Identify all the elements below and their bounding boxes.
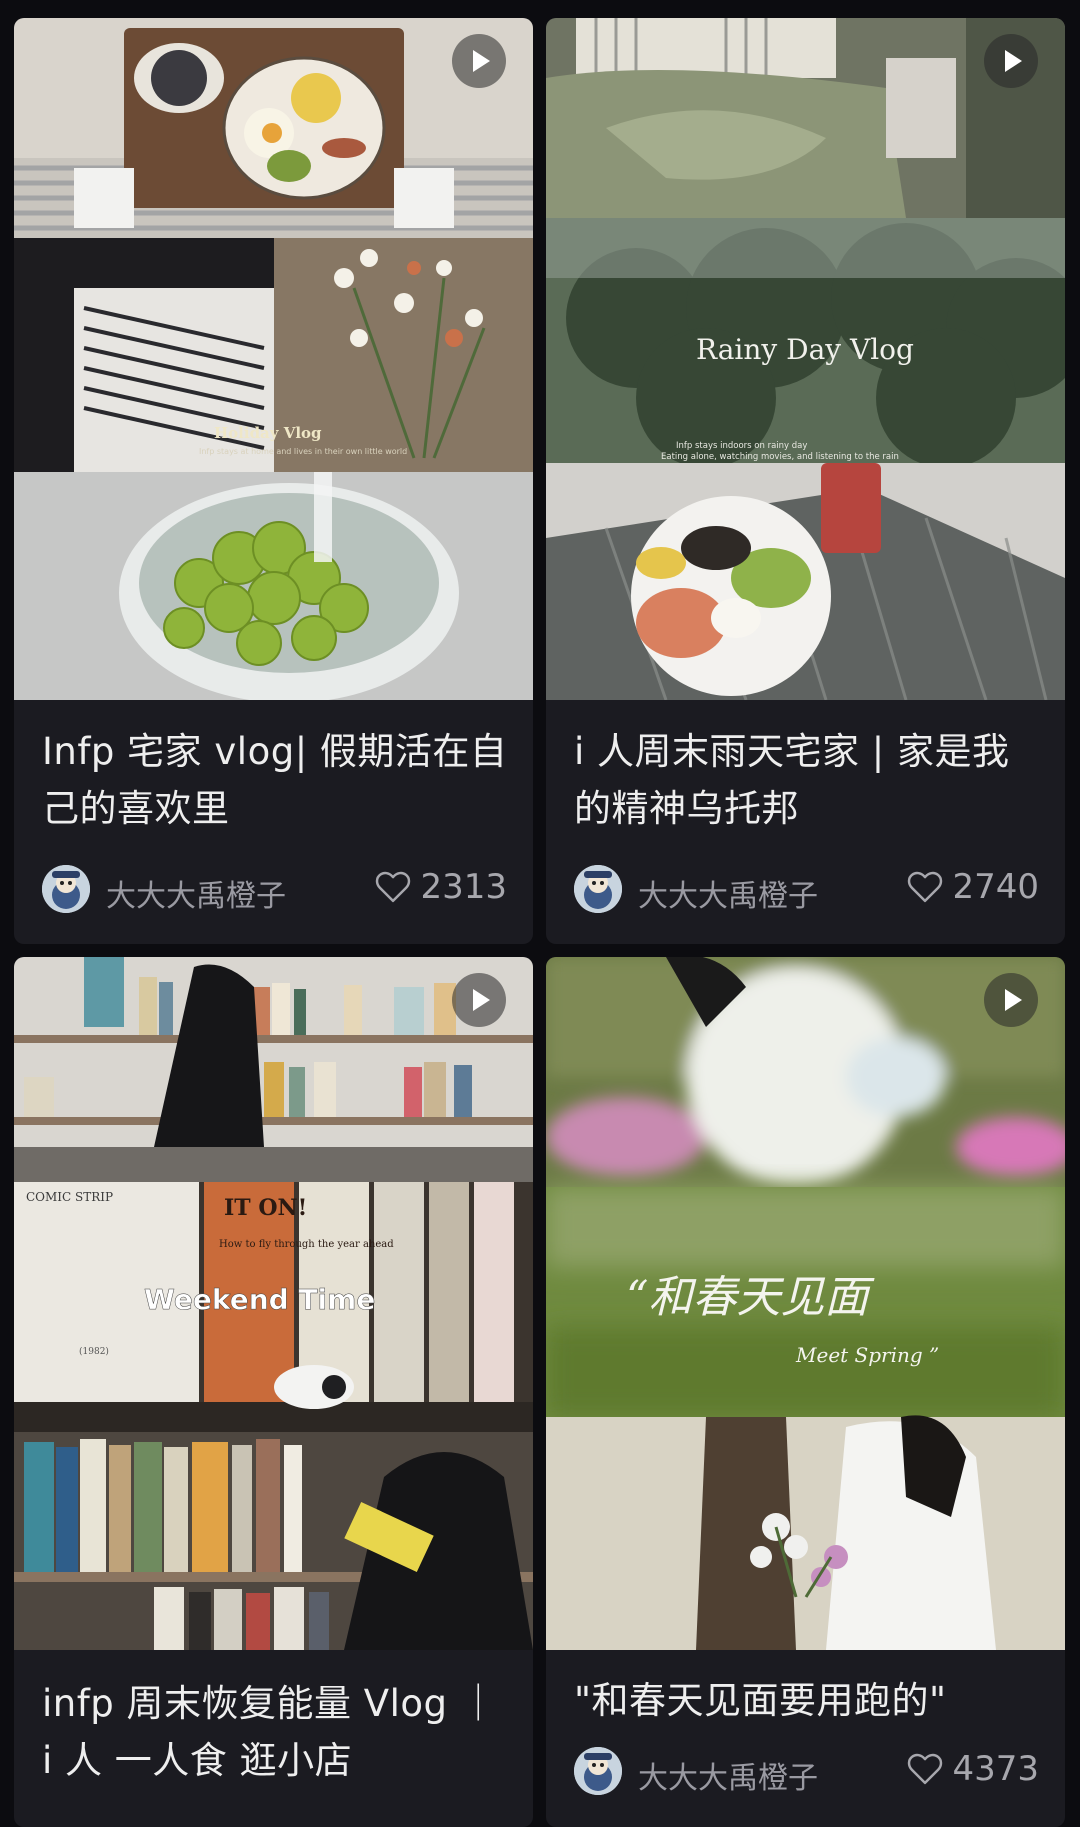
video-title[interactable]: Infp 宅家 vlog| 假期活在自己的喜欢里: [42, 723, 509, 837]
thumbnail-collage-2: Rainy Day Vlog Infp stays indoors on rai…: [546, 18, 1065, 700]
author-name[interactable]: 大大大禹橙子: [106, 871, 286, 915]
video-meta: 大大大禹橙子 4373: [574, 1747, 1039, 1799]
svg-text:Rainy Day Vlog: Rainy Day Vlog: [696, 333, 914, 366]
video-thumbnail-4[interactable]: “和春天见面 Meet Spring ”: [546, 957, 1065, 1650]
svg-text:Infp stays at home and lives i: Infp stays at home and lives in their ow…: [199, 447, 407, 456]
heart-icon: [376, 871, 411, 903]
like-button[interactable]: 2740: [906, 867, 1039, 907]
avatar[interactable]: [574, 865, 622, 913]
svg-text:Eating alone, watching movies,: Eating alone, watching movies, and liste…: [661, 452, 899, 462]
avatar-icon: [42, 865, 90, 913]
like-count: 2313: [420, 867, 507, 907]
book-year-text: (1982): [79, 1346, 109, 1357]
like-button[interactable]: 4373: [906, 1749, 1039, 1789]
play-icon[interactable]: [452, 973, 506, 1027]
video-title[interactable]: infp 周末恢复能量 Vlog ｜ i 人 一人食 逛小店: [42, 1675, 509, 1789]
video-thumbnail-2[interactable]: Rainy Day Vlog Infp stays indoors on rai…: [546, 18, 1065, 700]
svg-text:Infp stays indoors on rainy da: Infp stays indoors on rainy day: [676, 441, 807, 451]
video-meta: 大大大禹橙子 2313: [42, 865, 507, 917]
avatar[interactable]: [574, 1747, 622, 1795]
video-title[interactable]: "和春天见面要用跑的": [574, 1672, 1041, 1729]
play-icon[interactable]: [984, 34, 1038, 88]
video-card-3[interactable]: COMIC STRIP IT ON! How to fly through th…: [14, 957, 533, 1827]
thumbnail-collage-4: “和春天见面 Meet Spring ”: [546, 957, 1065, 1650]
overlay-handwriting: “和春天见面: [626, 1272, 875, 1323]
video-meta: 大大大禹橙子 2740: [574, 865, 1039, 917]
like-button[interactable]: 2313: [374, 867, 507, 907]
avatar-icon: [574, 865, 622, 913]
video-feed-grid: Holiday Vlog Infp stays at home and live…: [0, 0, 1080, 1827]
video-title[interactable]: i 人周末雨天宅家 | 家是我的精神乌托邦: [574, 723, 1041, 837]
book-spine-text: COMIC STRIP: [26, 1190, 113, 1204]
play-icon[interactable]: [984, 973, 1038, 1027]
author-name[interactable]: 大大大禹橙子: [638, 1753, 818, 1797]
svg-text:Holiday Vlog: Holiday Vlog: [214, 424, 322, 442]
video-card-4[interactable]: “和春天见面 Meet Spring ” "和春天见面要用跑的" 大大大禹橙子 …: [546, 957, 1065, 1827]
thumbnail-collage-3: COMIC STRIP IT ON! How to fly through th…: [14, 957, 533, 1650]
overlay-title: Weekend Time: [144, 1283, 375, 1316]
book-title-text: IT ON!: [224, 1195, 307, 1221]
thumbnail-collage-1: Holiday Vlog Infp stays at home and live…: [14, 18, 533, 700]
avatar[interactable]: [42, 865, 90, 913]
video-thumbnail-3[interactable]: COMIC STRIP IT ON! How to fly through th…: [14, 957, 533, 1650]
video-card-1[interactable]: Holiday Vlog Infp stays at home and live…: [14, 18, 533, 944]
video-card-2[interactable]: Rainy Day Vlog Infp stays indoors on rai…: [546, 18, 1065, 944]
heart-icon: [908, 871, 943, 903]
like-count: 2740: [952, 867, 1039, 907]
video-thumbnail-1[interactable]: Holiday Vlog Infp stays at home and live…: [14, 18, 533, 700]
play-icon[interactable]: [452, 34, 506, 88]
author-name[interactable]: 大大大禹橙子: [638, 871, 818, 915]
like-count: 4373: [952, 1749, 1039, 1789]
overlay-subtitle: Meet Spring ”: [795, 1343, 939, 1367]
heart-icon: [908, 1753, 943, 1785]
avatar-icon: [574, 1747, 622, 1795]
book-subtitle-text: How to fly through the year ahead: [219, 1239, 394, 1250]
